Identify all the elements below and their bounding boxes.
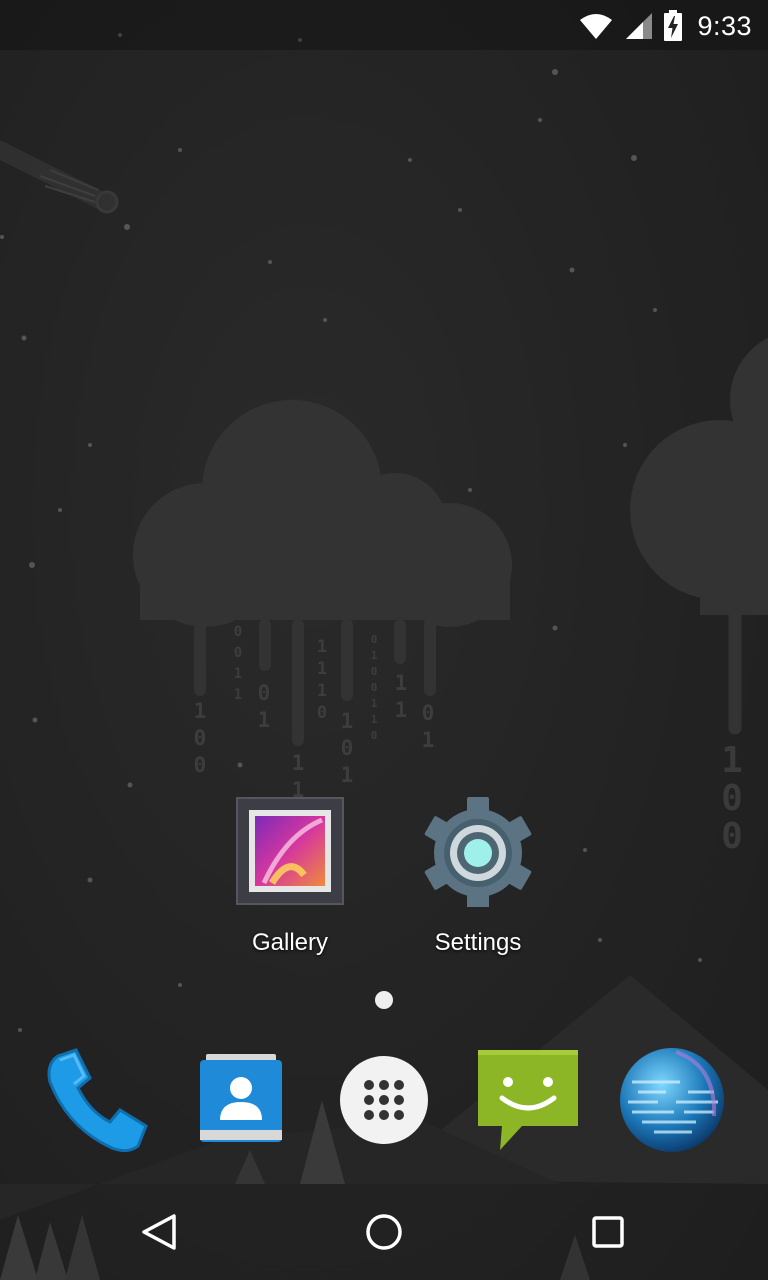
dock-contacts[interactable] [180, 1040, 300, 1160]
binary-stream: 0011 [233, 624, 243, 703]
status-icons: 9:33 [579, 8, 752, 44]
app-label-gallery: Gallery [251, 929, 329, 956]
app-label-settings: Settings [434, 929, 522, 956]
app-drawer-icon [340, 1056, 428, 1144]
phone-icon [47, 1048, 148, 1153]
dock-phone[interactable] [36, 1040, 156, 1160]
binary-stream: 01 [257, 681, 271, 732]
settings-gear-icon [424, 797, 532, 907]
navigation-bar [0, 1184, 768, 1280]
binary-stream: 0100110 [370, 633, 378, 742]
gallery-icon [236, 797, 344, 905]
dock-messaging[interactable] [468, 1040, 588, 1160]
recents-button[interactable] [563, 1202, 653, 1262]
binary-stream: 100 [721, 740, 743, 857]
binary-stream: 100 [193, 699, 207, 777]
back-button[interactable] [115, 1202, 205, 1262]
recents-icon [592, 1216, 624, 1248]
wifi-icon [580, 14, 613, 39]
home-icon [366, 1214, 402, 1250]
page-indicator [375, 991, 393, 1009]
dock-app-drawer[interactable] [324, 1040, 444, 1160]
binary-stream: 1110 [316, 637, 328, 723]
cell-signal-icon [626, 13, 653, 39]
back-icon [142, 1214, 176, 1250]
browser-globe-icon [620, 1048, 724, 1152]
binary-stream: 101 [340, 709, 354, 787]
status-bar: 9:33 [0, 0, 768, 50]
contacts-icon [200, 1054, 282, 1142]
battery-charging-icon [664, 10, 683, 41]
clock: 9:33 [697, 10, 752, 41]
home-button[interactable] [339, 1202, 429, 1262]
binary-stream: 01 [421, 701, 435, 752]
app-gallery[interactable]: Gallery [215, 795, 365, 965]
home-screen: 100 0011 01 11 1110 101 0100110 11 01 10… [0, 0, 768, 1280]
messaging-icon [478, 1050, 578, 1150]
binary-stream: 11 [394, 671, 408, 722]
app-settings[interactable]: Settings [403, 795, 553, 965]
dock-browser[interactable] [612, 1040, 732, 1160]
